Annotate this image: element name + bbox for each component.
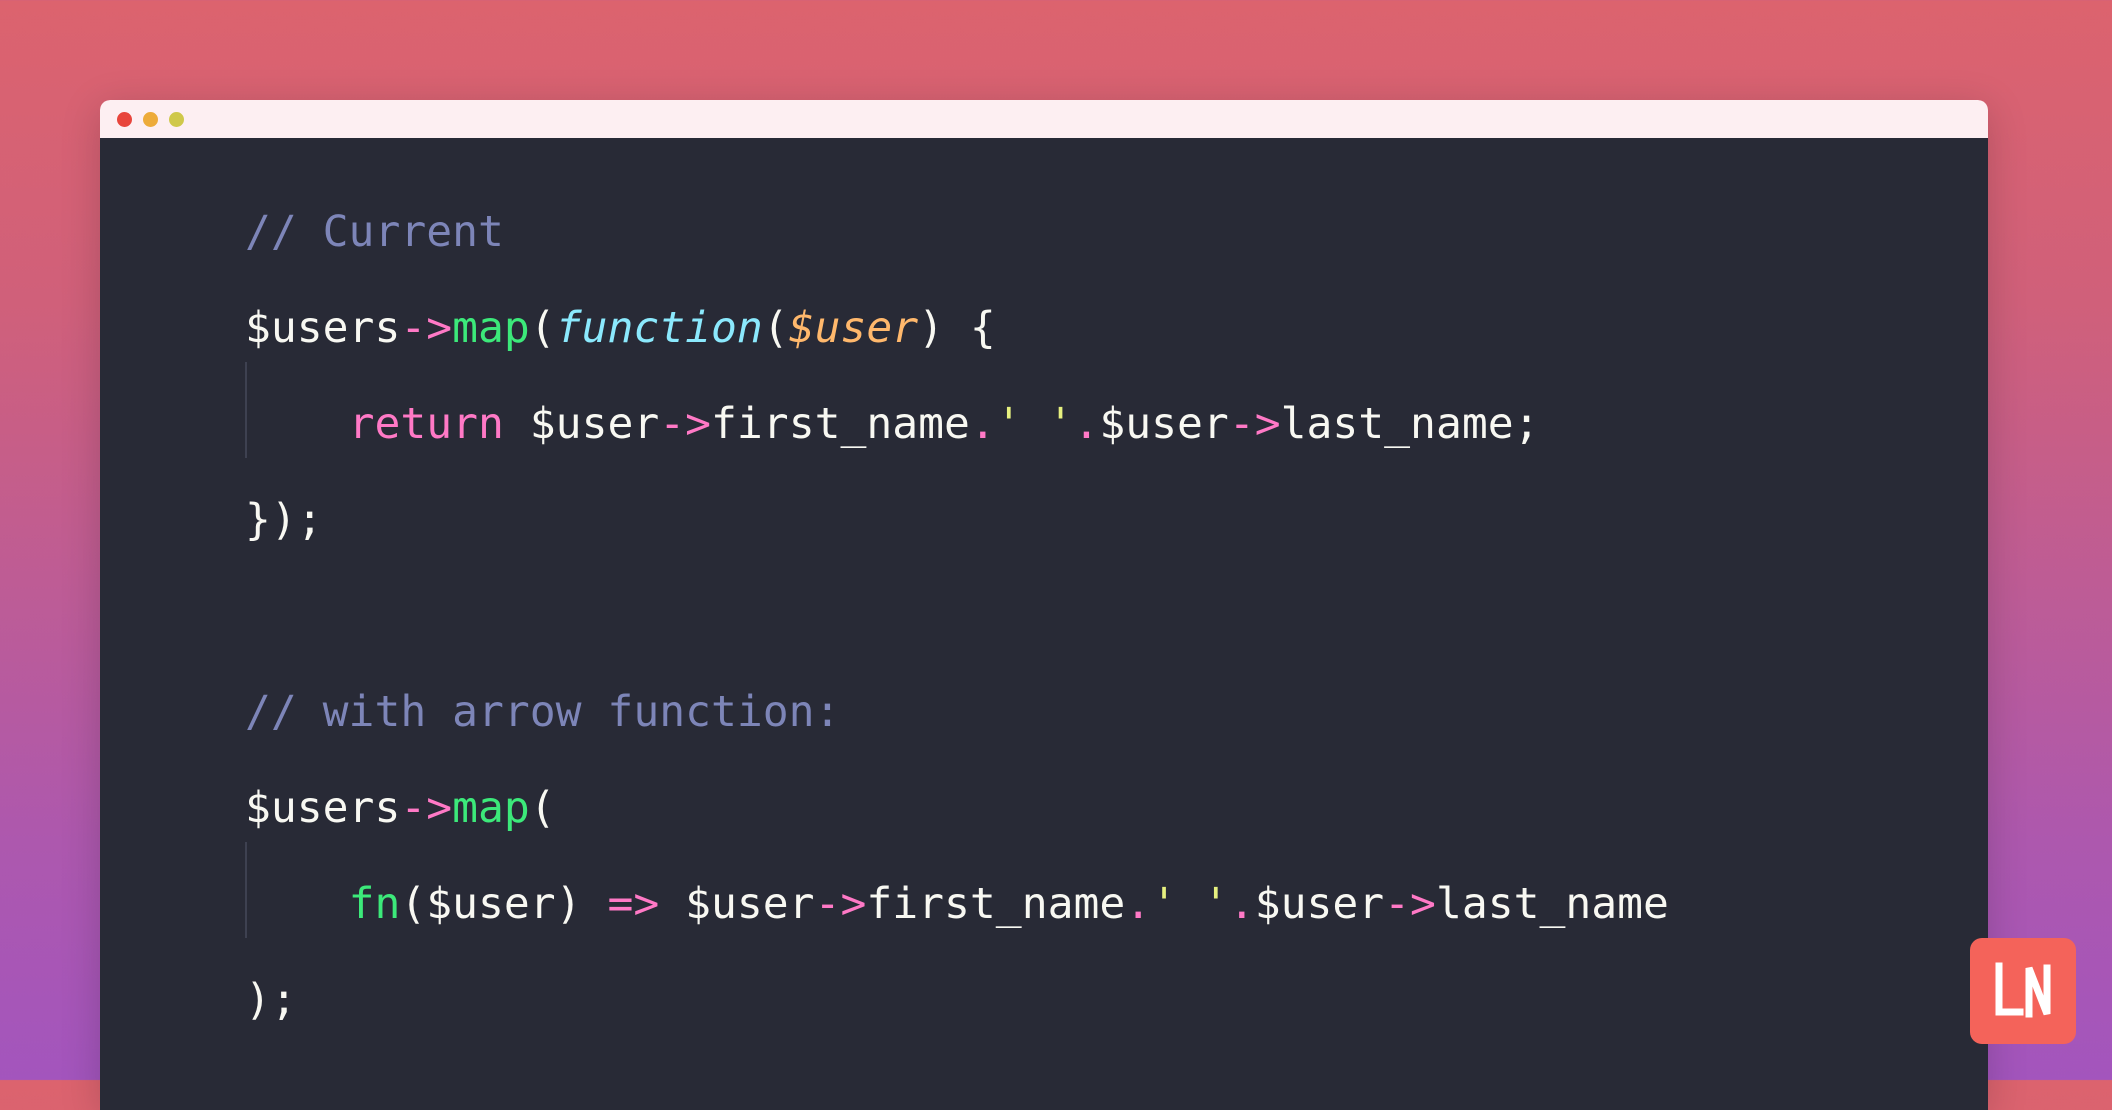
minimize-window-button[interactable] [143, 112, 158, 127]
code-token-string: ' ' [1151, 879, 1229, 929]
maximize-window-button[interactable] [169, 112, 184, 127]
code-token-op: -> [400, 783, 452, 833]
code-token-plain: last_name [1436, 879, 1669, 929]
code-editor[interactable]: // Current$users->map(function($user) { … [100, 138, 1988, 1110]
code-token-plain: $users [245, 783, 400, 833]
code-token-punct: { [944, 303, 996, 353]
code-line: $users->map(function($user) { [245, 280, 1988, 376]
code-token-op: -> [659, 399, 711, 449]
code-token-fn: map [452, 303, 530, 353]
code-token-plain: $user [1099, 399, 1228, 449]
code-token-comment: // Current [245, 207, 504, 257]
code-block: // Current$users->map(function($user) { … [100, 184, 1988, 1048]
code-token-comment: // with arrow function: [245, 687, 840, 737]
code-token-plain: first_name [866, 879, 1125, 929]
code-token-punct: ) [918, 303, 944, 353]
code-token-punct: ( [530, 783, 556, 833]
code-token-plain: $user [659, 879, 814, 929]
code-token-param: $user [789, 303, 918, 353]
ln-logo-icon [1993, 962, 2053, 1020]
code-token-fn: fn [349, 879, 401, 929]
code-line: }); [245, 472, 1988, 568]
code-token-plain: $users [245, 303, 400, 353]
code-token-plain: last_name; [1281, 399, 1540, 449]
code-token-op: . [970, 399, 996, 449]
code-line: // Current [245, 184, 1988, 280]
code-token-punct: ( [530, 303, 556, 353]
code-line: fn($user) => $user->first_name.' '.$user… [245, 856, 1988, 952]
code-window: // Current$users->map(function($user) { … [100, 100, 1988, 1110]
code-token-plain [582, 879, 608, 929]
code-token-plain: $user [504, 399, 659, 449]
code-token-plain: first_name [711, 399, 970, 449]
code-token-string: ' ' [996, 399, 1074, 449]
code-token-kw: return [349, 399, 504, 449]
window-titlebar [100, 100, 1988, 138]
close-window-button[interactable] [117, 112, 132, 127]
ln-logo-badge [1970, 938, 2076, 1044]
code-line: // with arrow function: [245, 664, 1988, 760]
code-token-op: . [1125, 879, 1151, 929]
code-token-op: -> [400, 303, 452, 353]
code-token-op: => [607, 879, 659, 929]
code-line: $users->map( [245, 760, 1988, 856]
code-token-punct: }); [245, 495, 323, 545]
code-token-plain: ($user) [400, 879, 581, 929]
code-line: return $user->first_name.' '.$user->last… [245, 376, 1988, 472]
code-token-punct: ( [763, 303, 789, 353]
code-token-op: -> [1384, 879, 1436, 929]
code-token-op: -> [1229, 399, 1281, 449]
code-line [245, 568, 1988, 664]
code-token-op: -> [815, 879, 867, 929]
code-token-fn: map [452, 783, 530, 833]
code-line: ); [245, 952, 1988, 1048]
code-token-type: function [556, 303, 763, 353]
code-token-plain [245, 879, 349, 929]
code-token-plain [245, 399, 349, 449]
code-token-op: . [1229, 879, 1255, 929]
code-token-plain: $user [1255, 879, 1384, 929]
code-token-op: . [1073, 399, 1099, 449]
code-token-punct: ); [245, 975, 297, 1025]
